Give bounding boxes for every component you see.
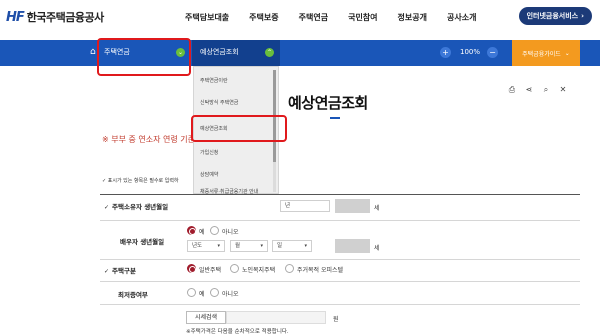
lowest-no-label: 아니오 — [222, 291, 239, 298]
housing-general-label: 일반주택 — [199, 267, 222, 274]
internet-service-label: 인터넷금융서비스 — [526, 12, 579, 20]
gnb-item-guarantee[interactable]: 주택보증 — [249, 12, 278, 23]
required-check-icon: ✓ — [104, 268, 110, 275]
required-note: ✓ 표시가 있는 항목은 필수로 입력하 — [102, 178, 179, 184]
gnb-item-about[interactable]: 공사소개 — [447, 12, 476, 23]
top-header: HF 한국주택금융공사 주택담보대출 주택보증 주택연금 국민참여 정보공개 공… — [0, 0, 600, 36]
chevron-up-icon[interactable]: ⌃ — [265, 48, 274, 57]
highlight-box-inquiry — [191, 115, 287, 142]
owner-age-unit: 세 — [374, 205, 380, 212]
spouse-year-select[interactable]: 년도 ▾ — [187, 240, 225, 252]
age-notice: ※ 부부 중 연소자 연령 기준으 — [102, 135, 203, 144]
gnb-item-participation[interactable]: 국민참여 — [348, 12, 377, 23]
owner-age-output — [335, 199, 370, 213]
row-divider — [100, 281, 580, 282]
owner-birth-year-select[interactable]: 년 — [280, 200, 330, 212]
owner-birth-label: ✓ 주택소유자 생년월일 — [104, 203, 169, 211]
breadcrumb-pension-inquiry[interactable]: 예상연금조회 — [200, 47, 239, 57]
submenu-item-documents[interactable]: 채증서류·취급금융기관 안내 — [200, 188, 258, 195]
page-tools: ⎙ ⋖ ⌕ ✕ — [507, 85, 575, 95]
spouse-no-label: 아니오 — [222, 229, 239, 236]
lowest-yes-radio[interactable] — [187, 288, 196, 297]
spouse-yes-radio[interactable] — [187, 226, 196, 235]
gnb-item-mortgage[interactable]: 주택담보대출 — [185, 12, 229, 23]
housing-senior-label: 노인복지주택 — [242, 267, 276, 274]
housing-finance-guide-button[interactable]: 주택금융가이드 ⌄ — [512, 40, 580, 66]
submenu-item-about-pension[interactable]: 주택연금이란 — [200, 77, 228, 84]
zoom-out-icon[interactable]: − — [487, 47, 498, 58]
spouse-yes-label: 예 — [199, 229, 205, 236]
lowest-label: 최저증여부 — [118, 291, 148, 299]
row-divider — [100, 304, 580, 305]
highlight-box-pension — [97, 38, 191, 76]
zoom-level: 100% — [460, 48, 481, 56]
price-footnote: ※주택가격은 다음을 순차적으로 적용합니다. — [186, 329, 289, 335]
spouse-age-output — [335, 239, 370, 253]
spouse-month-select[interactable]: 월 ▾ — [230, 240, 268, 252]
print-icon[interactable]: ⎙ — [507, 85, 517, 95]
housing-type-label: ✓ 주택구분 — [104, 267, 136, 275]
breadcrumb-nav: ⌂ 주택연금 ⌄ 예상연금조회 ⌃ + 100% − 주택금융가이드 ⌄ — [0, 40, 600, 66]
market-price-search-button[interactable]: 시세검색 — [186, 311, 226, 324]
internet-service-button[interactable]: 인터넷금융서비스 › — [518, 7, 592, 25]
page-title: 예상연금조회 — [288, 94, 368, 112]
close-icon[interactable]: ✕ — [558, 85, 568, 95]
gnb-item-pension[interactable]: 주택연금 — [299, 12, 328, 23]
spouse-day-select[interactable]: 일 ▾ — [272, 240, 312, 252]
zoom-in-icon[interactable]: + — [440, 47, 451, 58]
share-icon[interactable]: ⋖ — [524, 85, 534, 95]
housing-officetel-label: 주거목적 오피스텔 — [297, 267, 344, 274]
housing-senior-radio[interactable] — [230, 264, 239, 273]
chevron-down-icon: ⌄ — [564, 49, 570, 57]
chevron-right-icon: › — [581, 12, 584, 20]
submenu-item-trust-pension[interactable]: 신탁방식 주택연금 — [200, 99, 238, 106]
housing-general-radio[interactable] — [187, 264, 196, 273]
logo-mark: HF — [6, 9, 25, 25]
housing-officetel-radio[interactable] — [285, 264, 294, 273]
guide-label: 주택금융가이드 — [522, 50, 561, 58]
submenu-item-apply[interactable]: 가입신청 — [200, 149, 218, 156]
title-underline — [330, 117, 340, 119]
submenu-item-consult[interactable]: 상담예약 — [200, 171, 218, 178]
caret-down-icon: ▾ — [304, 243, 307, 249]
global-nav: 주택담보대출 주택보증 주택연금 국민참여 정보공개 공사소개 — [185, 12, 496, 23]
site-logo[interactable]: HF 한국주택금융공사 — [6, 9, 104, 25]
logo-text: 한국주택금융공사 — [26, 11, 104, 24]
spouse-birth-label: 배우자 생년월일 — [120, 238, 165, 246]
row-divider — [100, 259, 580, 260]
house-price-input[interactable] — [226, 311, 326, 324]
lowest-no-radio[interactable] — [210, 288, 219, 297]
spouse-no-radio[interactable] — [210, 226, 219, 235]
spouse-age-unit: 세 — [374, 245, 380, 252]
search-icon[interactable]: ⌕ — [541, 85, 551, 95]
lowest-yes-label: 예 — [199, 291, 205, 298]
form-top-border — [100, 194, 580, 195]
gnb-item-disclosure[interactable]: 정보공개 — [398, 12, 427, 23]
caret-down-icon: ▾ — [260, 243, 263, 249]
price-unit: 원 — [333, 316, 339, 323]
required-check-icon: ✓ — [104, 204, 110, 211]
caret-down-icon: ▾ — [217, 243, 220, 249]
row-divider — [100, 220, 580, 221]
